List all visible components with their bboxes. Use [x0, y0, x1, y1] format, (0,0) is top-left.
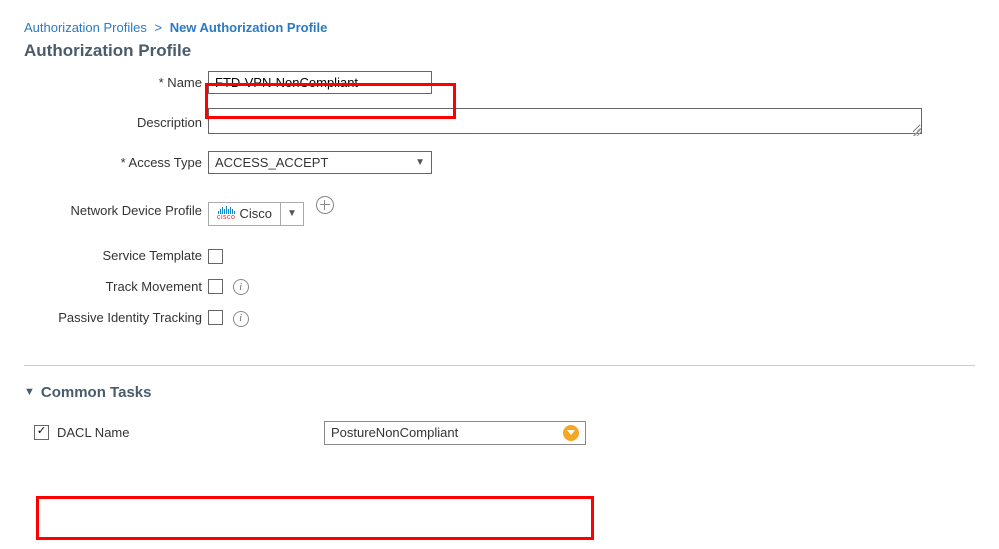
common-tasks-title: Common Tasks [41, 384, 152, 401]
name-input[interactable] [208, 71, 432, 94]
breadcrumb-parent-link[interactable]: Authorization Profiles [24, 20, 147, 35]
info-icon[interactable]: i [233, 279, 249, 295]
page-title: Authorization Profile [24, 41, 975, 61]
breadcrumb: Authorization Profiles > New Authorizati… [24, 20, 975, 35]
dacl-label: DACL Name [57, 425, 129, 440]
service-template-label: Service Template [24, 248, 208, 263]
breadcrumb-current: New Authorization Profile [170, 20, 328, 35]
cisco-logo-icon: cisco [217, 206, 235, 221]
network-device-profile-select[interactable]: cisco Cisco ▼ [208, 202, 304, 226]
access-type-select[interactable]: ACCESS_ACCEPT ▼ [208, 151, 432, 174]
dacl-row: DACL Name PostureNonCompliant [24, 413, 975, 453]
dacl-checkbox[interactable] [34, 425, 49, 440]
breadcrumb-separator: > [154, 20, 162, 35]
chevron-down-icon: ▼ [415, 157, 425, 168]
description-input[interactable] [208, 108, 922, 134]
track-movement-checkbox[interactable] [208, 279, 223, 294]
access-type-label: * Access Type [24, 155, 208, 170]
dacl-value: PostureNonCompliant [331, 425, 458, 440]
ndp-label: Network Device Profile [24, 203, 208, 218]
name-label: * Name [24, 75, 208, 90]
dacl-select[interactable]: PostureNonCompliant [324, 421, 586, 445]
highlight-box [36, 496, 594, 540]
ndp-value: Cisco [239, 206, 272, 221]
description-label: Description [24, 115, 208, 130]
passive-identity-checkbox[interactable] [208, 310, 223, 325]
service-template-checkbox[interactable] [208, 249, 223, 264]
track-movement-label: Track Movement [24, 279, 208, 294]
common-tasks-header[interactable]: ▼ Common Tasks [24, 365, 975, 401]
chevron-down-icon: ▼ [280, 203, 303, 225]
info-icon[interactable]: i [233, 311, 249, 327]
passive-identity-label: Passive Identity Tracking [24, 310, 208, 325]
add-ndp-button[interactable] [316, 196, 334, 214]
chevron-down-icon: ▼ [24, 386, 35, 398]
dropdown-icon [563, 425, 579, 441]
access-type-value: ACCESS_ACCEPT [215, 155, 328, 170]
